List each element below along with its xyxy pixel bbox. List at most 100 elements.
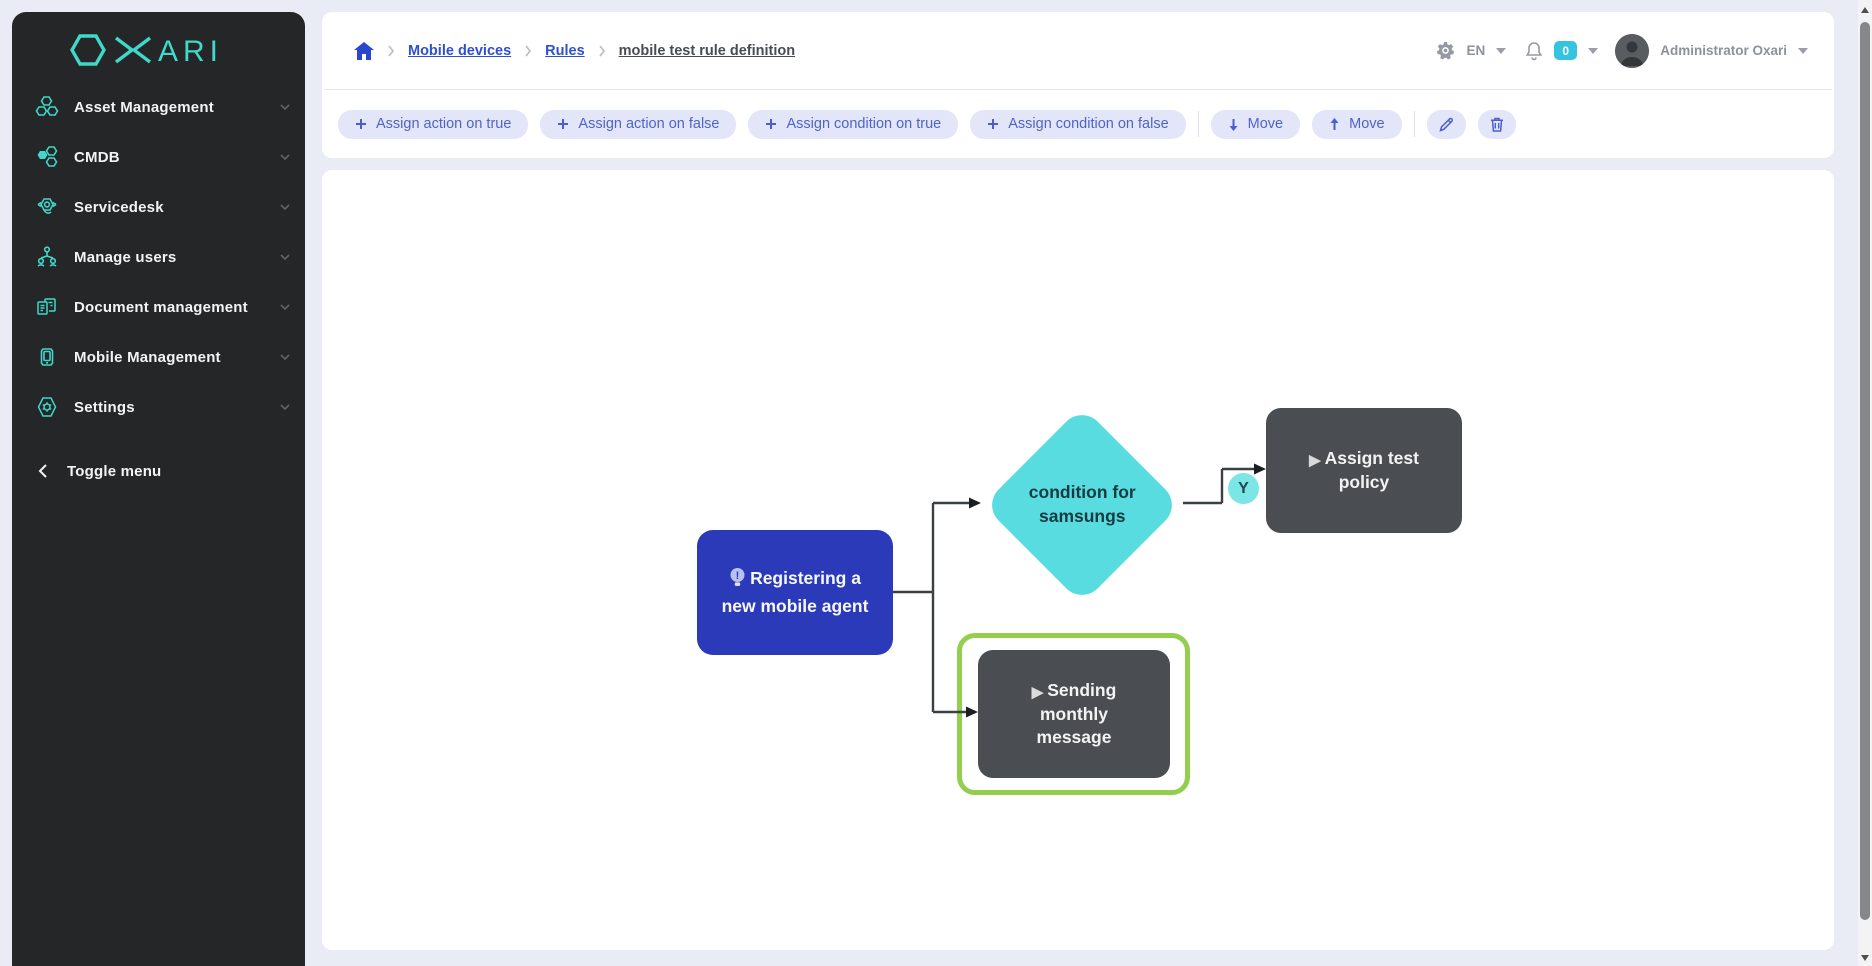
scroll-down-icon[interactable] (1861, 953, 1869, 961)
home-icon[interactable] (354, 42, 374, 60)
pencil-icon (1439, 117, 1454, 132)
vertical-scrollbar[interactable] (1858, 0, 1872, 966)
arrow-up-icon (1329, 118, 1340, 131)
flow-node-registering-agent[interactable]: ! Registering a new mobile agent (697, 530, 893, 655)
language-selector[interactable]: EN (1466, 43, 1485, 58)
breadcrumb-link-rules[interactable]: Rules (545, 43, 585, 59)
sidebar-nav: Asset Management CMDB (12, 82, 305, 432)
sidebar-item-label: Servicedesk (74, 199, 279, 216)
breadcrumb-link-mobile-devices[interactable]: Mobile devices (408, 43, 511, 59)
assign-action-on-false-button[interactable]: Assign action on false (540, 110, 736, 139)
user-name[interactable]: Administrator Oxari (1660, 43, 1787, 58)
plus-icon (557, 118, 569, 130)
scrollbar-thumb[interactable] (1860, 22, 1870, 920)
oxari-logo: ARI (12, 12, 305, 74)
bulb-icon: ! (729, 567, 746, 594)
breadcrumb-separator-icon (387, 45, 395, 57)
sidebar-item-label: CMDB (74, 149, 279, 166)
edge-label-yes: Y (1228, 473, 1259, 504)
flow-node-sending-monthly-message[interactable]: ▶Sending monthly message (978, 650, 1170, 778)
sidebar: ARI Asset Management (12, 12, 305, 966)
chevron-down-icon (279, 353, 291, 361)
move-down-button[interactable]: Move (1211, 110, 1300, 139)
toggle-menu-label: Toggle menu (67, 463, 161, 480)
play-icon: ▶ (1032, 684, 1044, 701)
sidebar-item-label: Document management (74, 299, 279, 316)
chevron-down-icon (279, 253, 291, 261)
button-label: Move (1248, 116, 1283, 132)
sidebar-item-servicedesk[interactable]: Servicedesk (12, 182, 305, 232)
sidebar-item-manage-users[interactable]: Manage users (12, 232, 305, 282)
trash-icon (1490, 117, 1504, 132)
plus-icon (987, 118, 999, 130)
sidebar-item-document-management[interactable]: Document management (12, 282, 305, 332)
gear-icon[interactable] (1436, 41, 1455, 60)
sidebar-item-label: Manage users (74, 249, 279, 266)
node-label: condition for samsungs (1012, 481, 1152, 528)
svg-text:!: ! (736, 570, 740, 582)
sidebar-item-mobile-management[interactable]: Mobile Management (12, 332, 305, 382)
arrowhead-to-assign (1254, 464, 1266, 475)
button-label: Assign action on true (376, 116, 511, 132)
hexagons-icon (34, 144, 60, 170)
assign-action-on-true-button[interactable]: Assign action on true (338, 110, 528, 139)
header-card: Mobile devices Rules mobile test rule de… (322, 12, 1834, 158)
chevron-down-icon (279, 203, 291, 211)
headset-icon (34, 194, 60, 220)
node-label: Assign test policy (1325, 448, 1419, 492)
breadcrumb-separator-icon (598, 45, 606, 57)
plus-icon (765, 118, 777, 130)
selection-outline: ▶Sending monthly message (957, 633, 1190, 795)
svg-text:ARI: ARI (158, 35, 223, 66)
chevron-left-icon (38, 464, 47, 478)
toolbar-separator (1198, 111, 1199, 137)
toolbar-separator (1414, 111, 1415, 137)
caret-down-icon[interactable] (1798, 48, 1808, 54)
sidebar-item-cmdb[interactable]: CMDB (12, 132, 305, 182)
logo-hexagon-o (72, 36, 104, 64)
arrow-down-icon (1228, 118, 1239, 131)
scroll-up-icon[interactable] (1861, 7, 1869, 15)
breadcrumb-current-page: mobile test rule definition (619, 43, 795, 59)
flow-node-assign-test-policy[interactable]: ▶Assign test policy (1266, 408, 1462, 533)
node-label: Sending monthly message (1037, 680, 1117, 747)
sidebar-item-label: Asset Management (74, 99, 279, 116)
plus-icon (355, 118, 367, 130)
button-label: Assign action on false (578, 116, 719, 132)
chevron-down-icon (279, 103, 291, 111)
delete-button[interactable] (1478, 110, 1516, 139)
sidebar-item-asset-management[interactable]: Asset Management (12, 82, 305, 132)
gear-hexagon-icon (34, 394, 60, 420)
breadcrumb: Mobile devices Rules mobile test rule de… (322, 12, 1834, 89)
play-icon: ▶ (1309, 452, 1321, 469)
button-label: Assign condition on true (786, 116, 941, 132)
toggle-menu-button[interactable]: Toggle menu (12, 446, 305, 496)
button-label: Assign condition on false (1008, 116, 1168, 132)
chevron-down-icon (279, 153, 291, 161)
move-up-button[interactable]: Move (1312, 110, 1401, 139)
sidebar-item-label: Settings (74, 399, 279, 416)
header-controls: EN 0 Administrator Oxar (1436, 34, 1808, 68)
button-label: Move (1349, 116, 1384, 132)
chevron-down-icon (279, 403, 291, 411)
avatar[interactable] (1615, 34, 1649, 68)
caret-down-icon[interactable] (1496, 48, 1506, 54)
toolbar: Assign action on true Assign action on f… (322, 90, 1834, 158)
assign-condition-on-false-button[interactable]: Assign condition on false (970, 110, 1185, 139)
chevron-down-icon (279, 303, 291, 311)
edit-button[interactable] (1427, 110, 1466, 139)
org-users-icon (34, 244, 60, 270)
breadcrumb-separator-icon (524, 45, 532, 57)
sidebar-item-label: Mobile Management (74, 349, 279, 366)
flow-node-condition-samsungs[interactable]: condition for samsungs (983, 406, 1181, 604)
caret-down-icon[interactable] (1588, 48, 1598, 54)
mobile-icon (34, 344, 60, 370)
flow-canvas[interactable]: ! Registering a new mobile agent conditi… (322, 170, 1834, 950)
hexagon-cluster-icon (34, 94, 60, 120)
sidebar-item-settings[interactable]: Settings (12, 382, 305, 432)
bell-icon[interactable] (1525, 41, 1543, 61)
notification-count-badge[interactable]: 0 (1554, 41, 1577, 60)
documents-icon (34, 294, 60, 320)
arrowhead-to-condition (969, 498, 981, 509)
assign-condition-on-true-button[interactable]: Assign condition on true (748, 110, 958, 139)
